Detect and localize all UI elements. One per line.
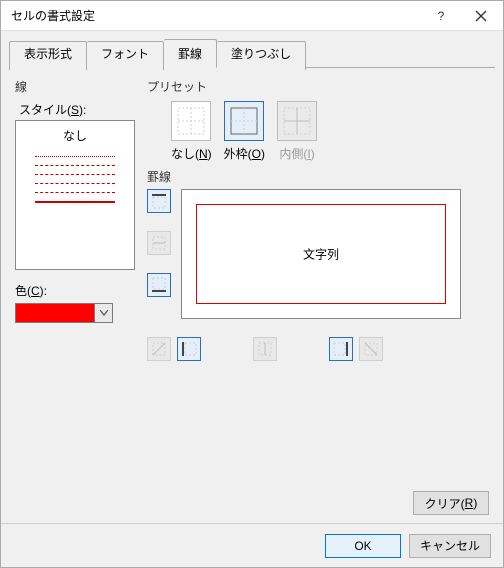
- preset-row: なし(N) 外枠(O) 内側(I): [171, 101, 489, 162]
- border-bottom-button[interactable]: [147, 273, 171, 297]
- preset-none-icon: [177, 107, 205, 135]
- tab-strip: 表示形式 フォント 罫線 塗りつぶし: [1, 31, 503, 68]
- clear-button[interactable]: クリア(R): [413, 491, 489, 515]
- tab-border[interactable]: 罫線: [164, 39, 217, 68]
- border-bottom-icon: [151, 277, 167, 293]
- clear-area: クリア(R): [413, 491, 489, 515]
- preset-inside-button[interactable]: [277, 101, 317, 141]
- line-style-list[interactable]: なし: [15, 120, 135, 270]
- color-picker[interactable]: [15, 303, 135, 323]
- border-top-button[interactable]: [147, 189, 171, 213]
- border-middle-h-button[interactable]: [147, 231, 171, 255]
- border-left-icon: [181, 341, 197, 357]
- dialog-body: 線 スタイル(S): なし 色(C):: [1, 68, 503, 523]
- preset-inside-icon: [283, 107, 311, 135]
- style-option-solid[interactable]: [35, 201, 115, 203]
- border-group-label: 罫線: [147, 168, 489, 185]
- border-preview-box[interactable]: 文字列: [181, 189, 461, 319]
- border-diag-up-icon: [151, 341, 167, 357]
- dialog-footer: OK キャンセル: [1, 523, 503, 567]
- style-option-dotted[interactable]: [35, 156, 115, 157]
- preset-none-button[interactable]: [171, 101, 211, 141]
- tab-number[interactable]: 表示形式: [9, 41, 87, 70]
- style-option-none[interactable]: なし: [63, 125, 87, 148]
- border-bottom-row-buttons: [181, 337, 489, 361]
- preset-outline-button[interactable]: [224, 101, 264, 141]
- border-right-button[interactable]: [329, 337, 353, 361]
- close-icon: [475, 10, 487, 22]
- style-label: スタイル(S):: [19, 101, 135, 118]
- border-preview-text: 文字列: [303, 246, 339, 263]
- preset-group-label: プリセット: [147, 78, 489, 95]
- preset-outline-label: 外枠(O): [224, 145, 265, 162]
- preset-outline-icon: [230, 107, 258, 135]
- style-option-dash-dot[interactable]: [35, 174, 115, 175]
- style-option-dash-short[interactable]: [35, 165, 115, 166]
- preset-none-label: なし(N): [171, 145, 212, 162]
- border-diag-down-icon: [363, 341, 379, 357]
- preset-inside-label: 内側(I): [279, 145, 314, 162]
- line-group-label: 線: [15, 78, 135, 95]
- help-icon: ?: [438, 9, 445, 23]
- dialog-title: セルの書式設定: [11, 7, 421, 24]
- border-preview-area: 文字列: [147, 189, 489, 329]
- border-column: プリセット なし(N) 外枠(O): [147, 78, 489, 513]
- titlebar: セルの書式設定 ?: [1, 1, 503, 31]
- line-column: 線 スタイル(S): なし 色(C):: [15, 78, 135, 513]
- color-label: 色(C):: [15, 282, 135, 299]
- border-diag-down-button[interactable]: [359, 337, 383, 361]
- border-middle-v-icon: [257, 341, 273, 357]
- style-option-dash-dot-dot[interactable]: [35, 183, 115, 184]
- tab-font[interactable]: フォント: [87, 41, 164, 70]
- color-swatch: [15, 303, 95, 323]
- border-left-button[interactable]: [177, 337, 201, 361]
- border-right-icon: [333, 341, 349, 357]
- border-middle-h-icon: [151, 235, 167, 251]
- border-diag-up-button[interactable]: [147, 337, 171, 361]
- border-middle-v-button[interactable]: [253, 337, 277, 361]
- help-button[interactable]: ?: [421, 2, 461, 30]
- ok-button[interactable]: OK: [325, 534, 401, 558]
- style-option-dash-long[interactable]: [35, 192, 115, 193]
- tab-fill[interactable]: 塗りつぶし: [217, 41, 306, 70]
- border-top-icon: [151, 193, 167, 209]
- color-dropdown-button[interactable]: [95, 303, 113, 323]
- chevron-down-icon: [100, 310, 108, 316]
- close-button[interactable]: [461, 2, 501, 30]
- format-cells-dialog: セルの書式設定 ? 表示形式 フォント 罫線 塗りつぶし 線 スタイル(S): …: [0, 0, 504, 568]
- cancel-button[interactable]: キャンセル: [409, 534, 491, 558]
